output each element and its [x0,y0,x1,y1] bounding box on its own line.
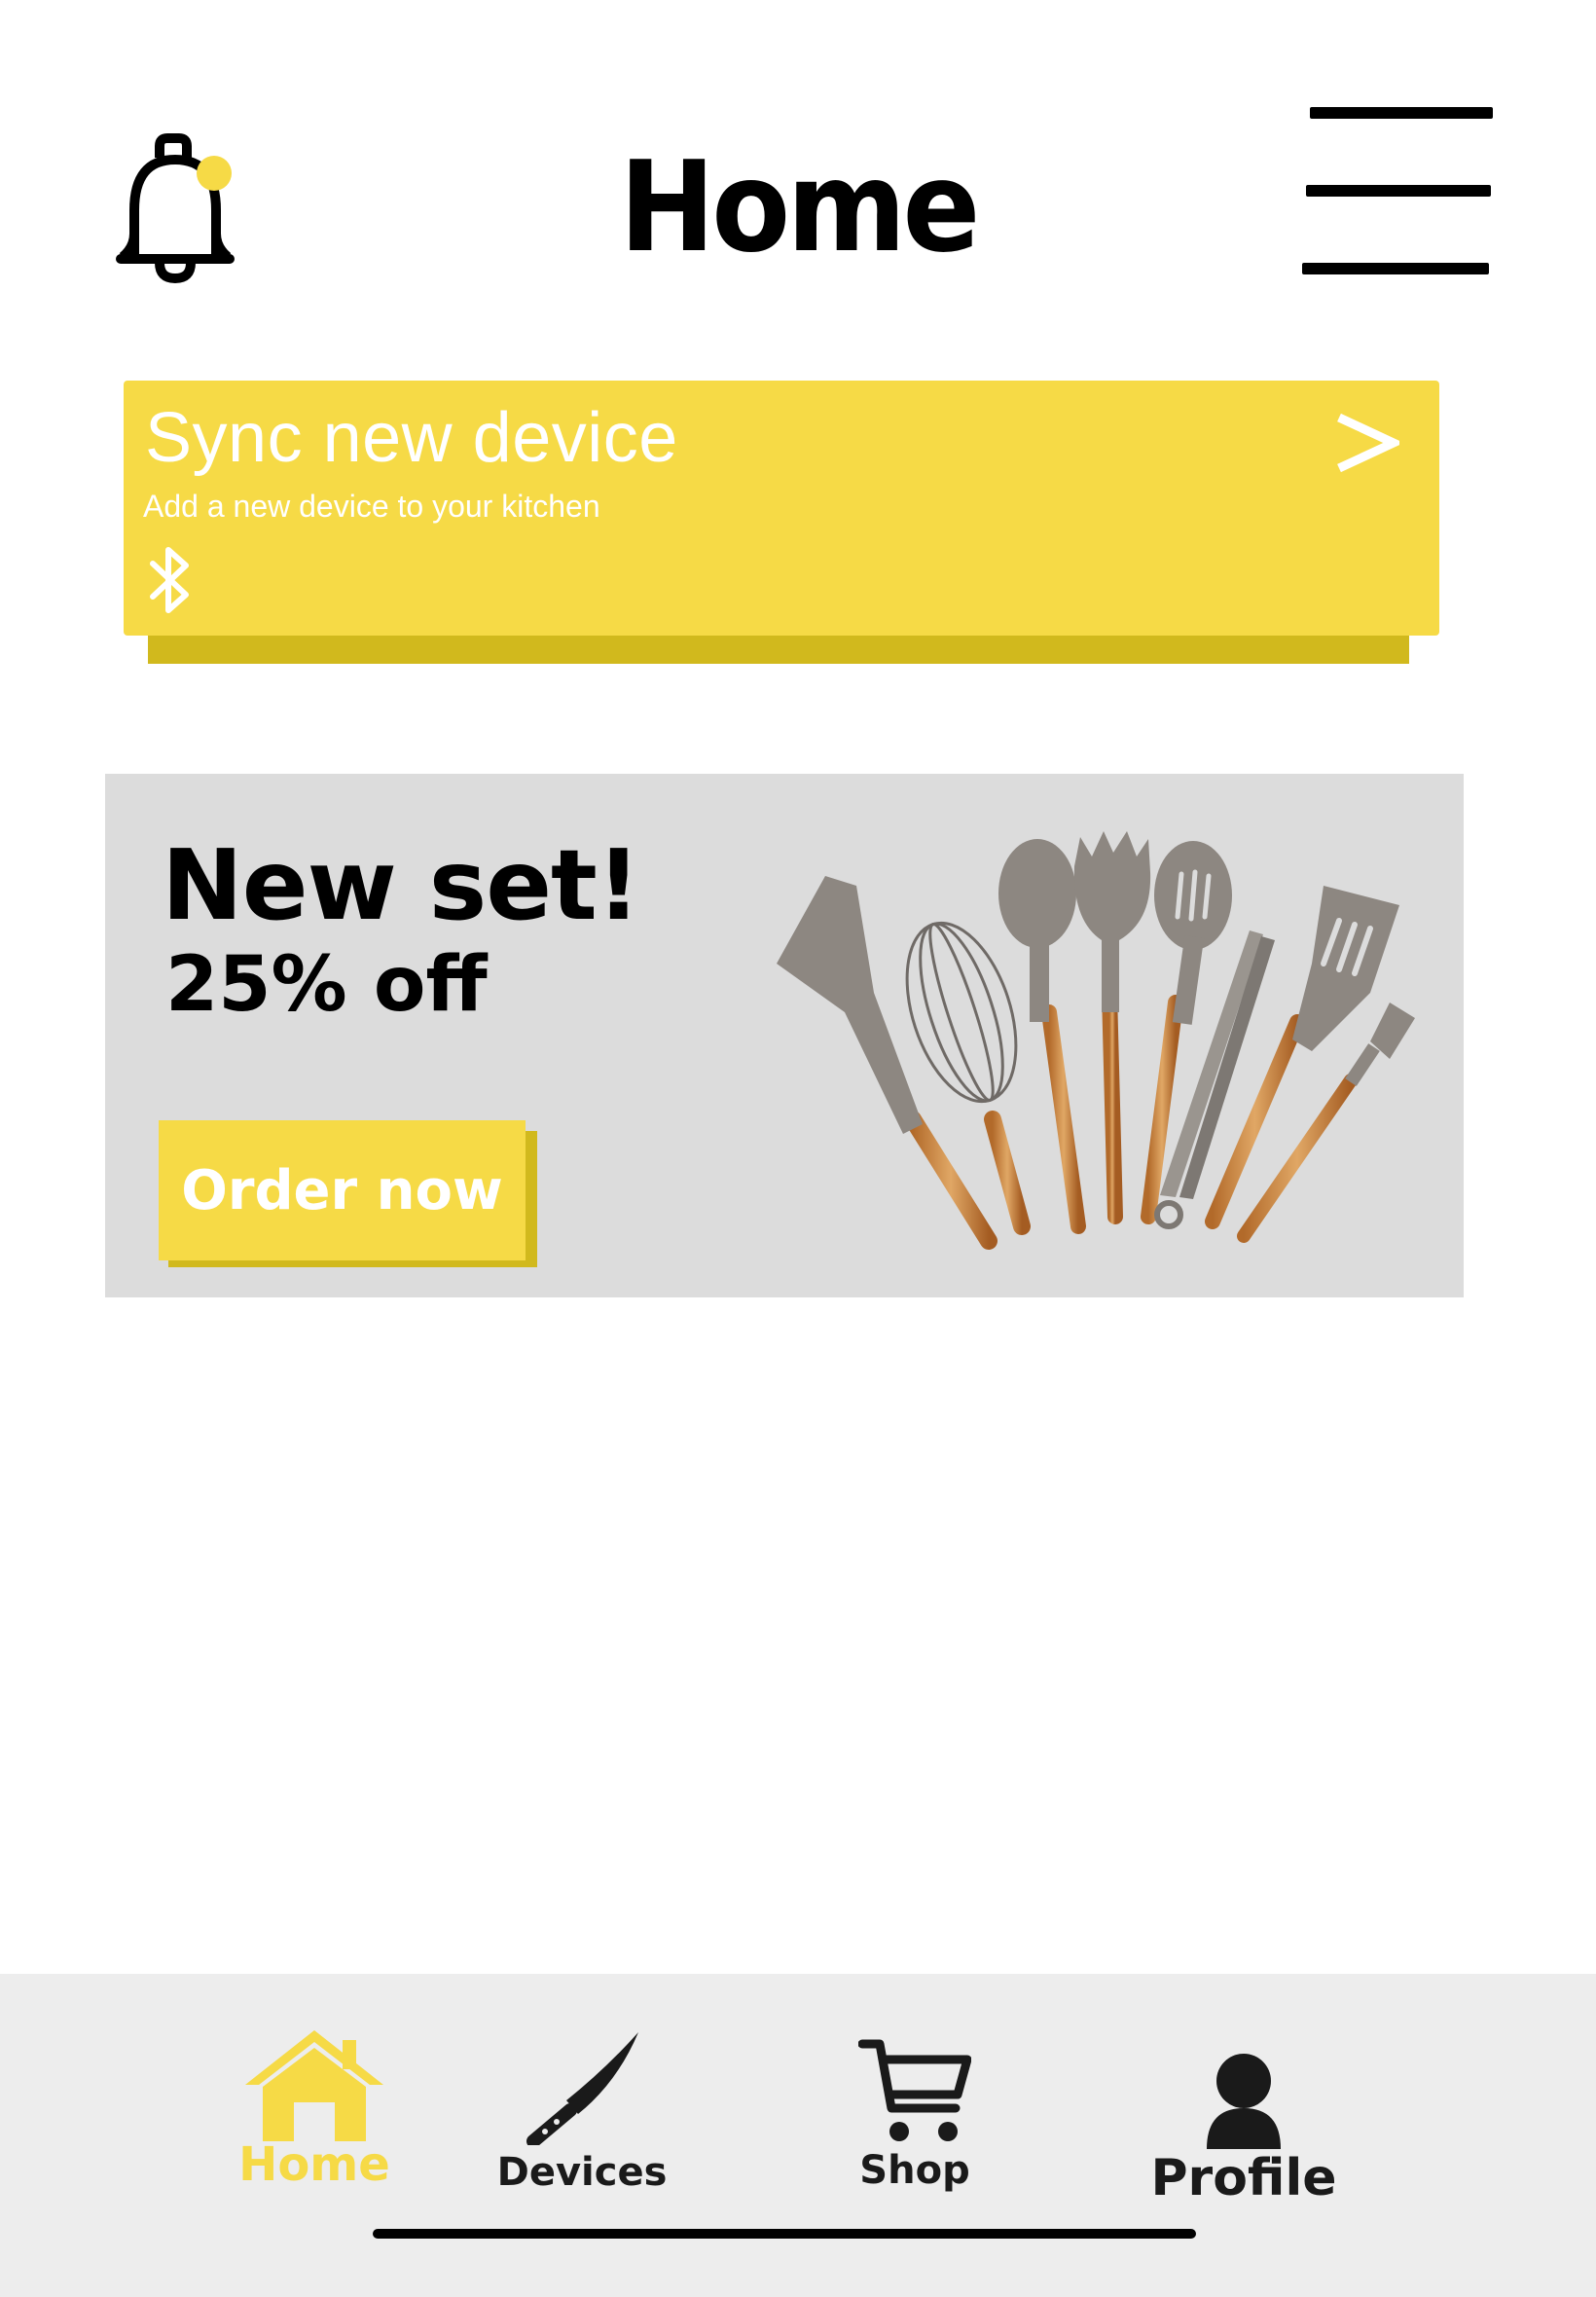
promo-banner: New set! 25% off Order now [105,774,1464,1297]
nav-item-shop[interactable]: Shop [837,2038,993,2190]
chevron-right-icon[interactable] [1333,412,1399,474]
nav-item-devices[interactable]: Devices [490,2030,674,2192]
bottom-nav-bar: Home Devices Shop Profile [0,1974,1596,2297]
knife-icon [526,2032,638,2145]
nav-label-devices: Devices [496,2150,668,2195]
hamburger-menu-icon[interactable] [1302,101,1495,280]
sync-new-device-card[interactable]: Sync new device Add a new device to your… [124,381,1439,636]
sync-subtitle: Add a new device to your kitchen [143,489,600,524]
sync-card-shadow [148,631,1409,664]
utensil-set-image [777,831,1415,1250]
promo-title: New set! [162,828,640,942]
bluetooth-icon [150,547,189,613]
nav-label-profile: Profile [1150,2149,1337,2207]
nav-label-shop: Shop [859,2148,970,2193]
cart-icon [858,2039,971,2141]
home-indicator[interactable] [373,2229,1196,2239]
sync-title: Sync new device [145,399,678,477]
nav-label-home: Home [238,2137,390,2192]
order-now-button[interactable]: Order now [159,1120,526,1260]
nav-item-profile[interactable]: Profile [1148,2052,1339,2204]
promo-discount: 25% off [165,941,488,1029]
home-icon [245,2030,383,2141]
home-screen: Home Sync new device Add a new device to… [0,0,1596,2297]
person-icon [1207,2054,1281,2149]
nav-item-home[interactable]: Home [232,2026,397,2188]
